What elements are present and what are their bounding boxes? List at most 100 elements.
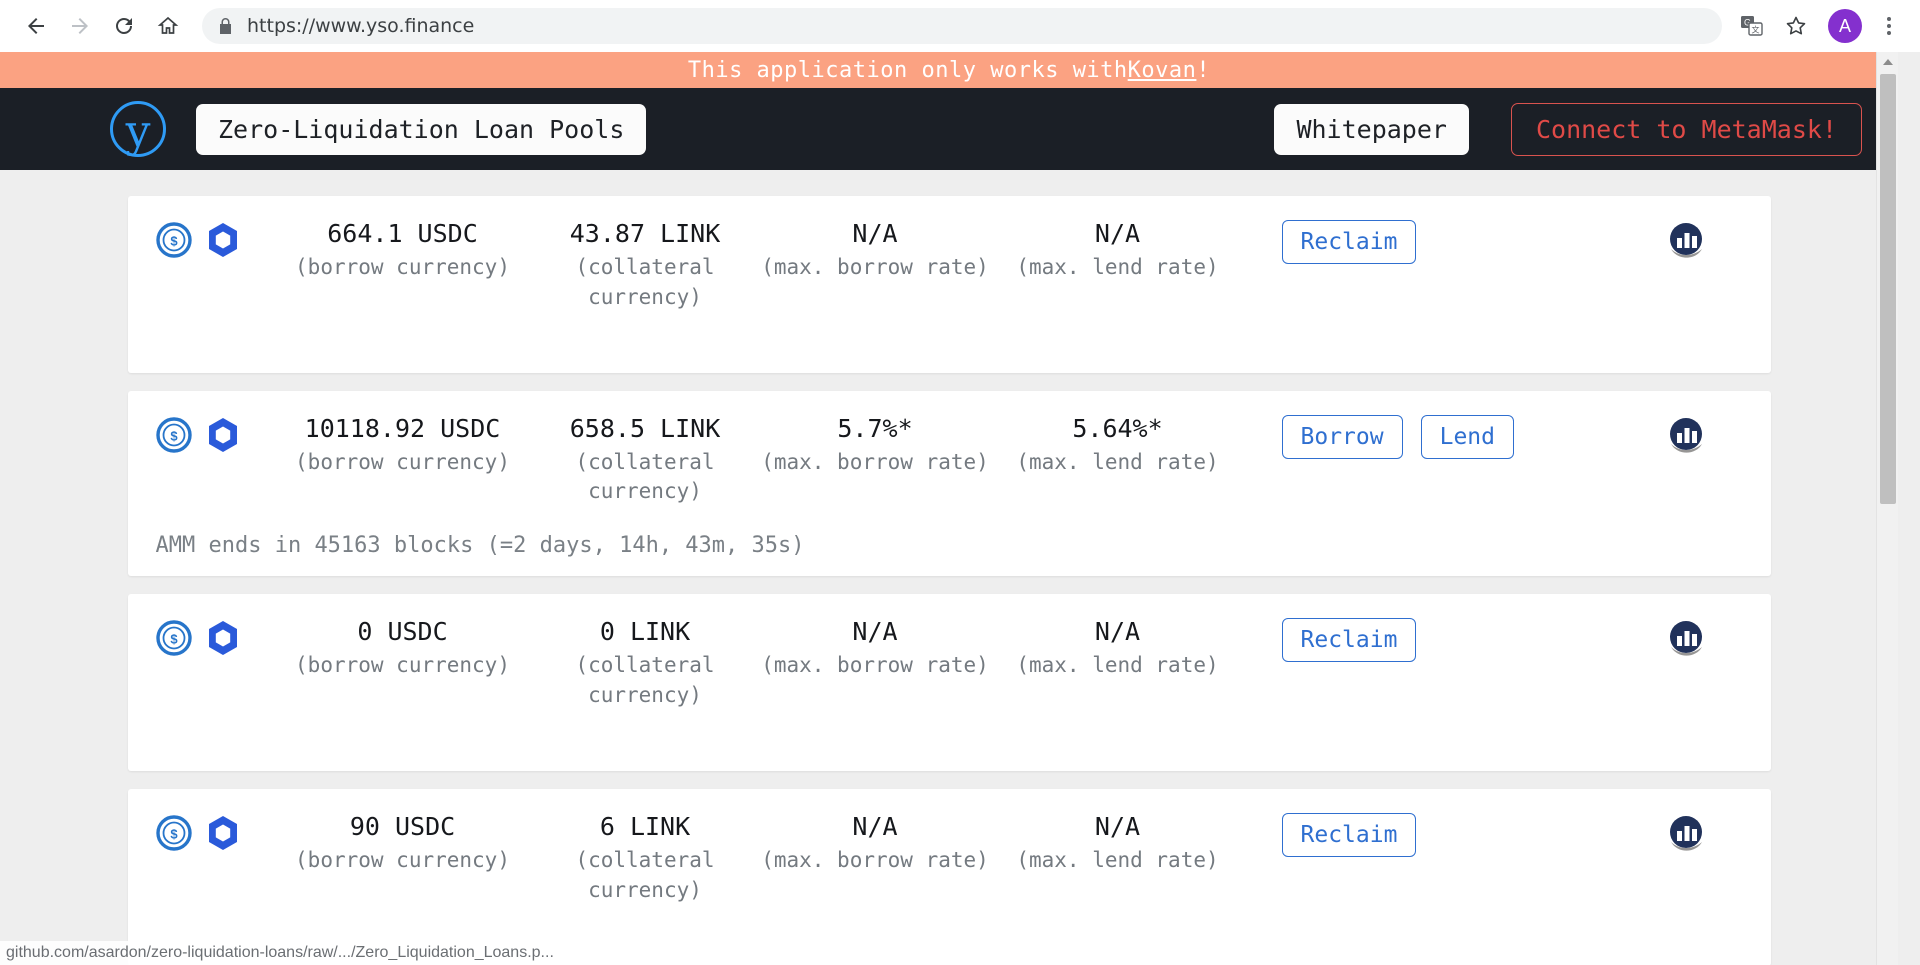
- max-lend-rate-label: (max. lend rate): [1016, 449, 1219, 474]
- collateral-currency-label: (collateral currency): [575, 653, 715, 708]
- borrow-currency-label: (borrow currency): [295, 653, 510, 678]
- pool-token-icons: $: [128, 413, 268, 453]
- amm-countdown: AMM ends in 45163 blocks (=2 days, 14h, …: [155, 533, 805, 559]
- chainlink-icon: [208, 417, 237, 452]
- pool-token-icons: $: [128, 218, 268, 258]
- max-borrow-rate-label: (max. borrow rate): [761, 255, 989, 279]
- address-bar[interactable]: https://www.yso.finance: [202, 8, 1722, 44]
- forward-arrow-icon: [72, 18, 88, 34]
- kebab-dot: [1887, 17, 1891, 21]
- kebab-dot: [1887, 24, 1891, 28]
- max-borrow-rate-value: N/A: [852, 617, 898, 647]
- bookmark-button[interactable]: [1774, 4, 1818, 48]
- app-header: y Zero-Liquidation Loan Pools Whitepaper…: [0, 88, 1898, 170]
- card-spacer: [128, 313, 1771, 355]
- borrow-button[interactable]: Borrow: [1281, 414, 1403, 459]
- pool-row: $ 90 USDC (borrow currency) 6 LINK (coll…: [128, 811, 1771, 906]
- pool-token-icons: $: [128, 811, 268, 851]
- scroll-up-button[interactable]: [1877, 52, 1898, 72]
- page-title: Zero-Liquidation Loan Pools: [196, 103, 647, 155]
- whitepaper-button[interactable]: Whitepaper: [1274, 103, 1469, 155]
- connect-metamask-button[interactable]: Connect to MetaMask!: [1510, 102, 1862, 156]
- reclaim-button[interactable]: Reclaim: [1281, 618, 1417, 663]
- max-lend-rate-value: N/A: [1094, 811, 1141, 841]
- borrow-currency-label: (borrow currency): [295, 847, 510, 872]
- borrow-amount-value: 10118.92 USDC: [304, 413, 501, 443]
- translate-button[interactable]: G 文: [1730, 4, 1774, 48]
- etherscan-icon[interactable]: [1665, 415, 1707, 457]
- kovan-link[interactable]: Kovan: [1128, 58, 1197, 83]
- svg-text:$: $: [170, 428, 178, 443]
- pool-explorer-link[interactable]: [1601, 811, 1771, 855]
- max-lend-rate-cell: N/A (max. lend rate): [998, 218, 1238, 283]
- lend-button[interactable]: Lend: [1420, 414, 1514, 459]
- collateral-amount-cell: 43.87 LINK (collateral currency): [538, 218, 753, 313]
- star-icon: [1786, 16, 1806, 35]
- max-borrow-rate-value: N/A: [852, 811, 898, 841]
- omnibox-actions: G 文: [1730, 4, 1818, 48]
- yso-logo-icon[interactable]: y: [110, 101, 166, 157]
- avatar[interactable]: A: [1828, 9, 1862, 43]
- kebab-dot: [1887, 31, 1891, 35]
- chrome-menu-button[interactable]: [1872, 9, 1906, 43]
- reload-button[interactable]: [102, 4, 146, 48]
- max-lend-rate-value: 5.64%*: [1072, 413, 1163, 443]
- max-borrow-rate-cell: 5.7%* (max. borrow rate): [753, 413, 998, 478]
- pool-card: $ 10118.92 USDC (borrow currency) 658.5 …: [127, 390, 1771, 577]
- pool-actions: Reclaim: [1238, 616, 1601, 663]
- usdc-icon: $: [155, 222, 192, 258]
- pool-row: $ 10118.92 USDC (borrow currency) 658.5 …: [128, 413, 1771, 508]
- collateral-currency-label: (collateral currency): [575, 847, 715, 902]
- network-warning-banner: This application only works with Kovan!: [0, 52, 1898, 88]
- logo-letter: y: [125, 106, 151, 157]
- card-spacer: [128, 711, 1771, 753]
- max-lend-rate-label: (max. lend rate): [1016, 653, 1219, 678]
- pool-explorer-link[interactable]: [1601, 616, 1771, 660]
- lock-icon: [218, 17, 233, 35]
- max-lend-rate-value: N/A: [1094, 617, 1141, 647]
- usdc-icon: $: [155, 416, 192, 453]
- home-button[interactable]: [146, 4, 190, 48]
- collateral-amount-value: 658.5 LINK: [569, 413, 721, 443]
- pool-card: $ 664.1 USDC (borrow currency) 43.87 LIN…: [127, 196, 1771, 373]
- banner-prefix: This application only works with: [687, 57, 1128, 83]
- borrow-amount-cell: 664.1 USDC (borrow currency): [268, 218, 538, 283]
- pool-actions: Borrow Lend: [1238, 413, 1601, 459]
- home-icon: [157, 16, 179, 34]
- banner-suffix: !: [1196, 57, 1211, 83]
- etherscan-icon[interactable]: [1665, 618, 1707, 660]
- chevron-up-icon: [1882, 59, 1893, 65]
- max-borrow-rate-cell: N/A (max. borrow rate): [753, 218, 998, 283]
- chainlink-icon: [208, 815, 237, 850]
- max-borrow-rate-value: N/A: [852, 219, 898, 248]
- collateral-amount-value: 43.87 LINK: [569, 219, 721, 248]
- borrow-amount-value: 90 USDC: [349, 811, 456, 841]
- scrollbar-thumb[interactable]: [1880, 74, 1896, 504]
- pool-explorer-link[interactable]: [1601, 413, 1771, 457]
- pool-card: $ 0 USDC (borrow currency) 0 LINK (colla…: [127, 594, 1771, 771]
- usdc-icon: $: [155, 815, 192, 851]
- max-borrow-rate-cell: N/A (max. borrow rate): [753, 811, 998, 876]
- svg-text:$: $: [170, 826, 178, 841]
- max-lend-rate-label: (max. lend rate): [1016, 255, 1219, 279]
- forward-button[interactable]: [58, 4, 102, 48]
- page-viewport: This application only works with Kovan! …: [0, 52, 1920, 965]
- reclaim-button[interactable]: Reclaim: [1281, 220, 1417, 264]
- pool-row: $ 664.1 USDC (borrow currency) 43.87 LIN…: [128, 218, 1771, 313]
- borrow-amount-cell: 0 USDC (borrow currency): [268, 616, 538, 681]
- collateral-amount-value: 0 LINK: [599, 617, 691, 647]
- etherscan-icon[interactable]: [1665, 220, 1707, 262]
- page-scrollbar[interactable]: [1876, 52, 1898, 965]
- browser-toolbar: https://www.yso.finance G 文 A: [0, 0, 1920, 52]
- toolbar-right: A: [1818, 9, 1906, 43]
- pool-actions: Reclaim: [1238, 811, 1601, 857]
- back-button[interactable]: [14, 4, 58, 48]
- chainlink-icon: [208, 621, 237, 656]
- collateral-currency-label: (collateral currency): [575, 255, 715, 309]
- pool-explorer-link[interactable]: [1601, 218, 1771, 262]
- reclaim-button[interactable]: Reclaim: [1281, 812, 1417, 857]
- max-borrow-rate-label: (max. borrow rate): [761, 449, 989, 474]
- etherscan-icon[interactable]: [1665, 813, 1707, 855]
- pool-token-icons: $: [128, 616, 268, 656]
- borrow-currency-label: (borrow currency): [295, 255, 510, 279]
